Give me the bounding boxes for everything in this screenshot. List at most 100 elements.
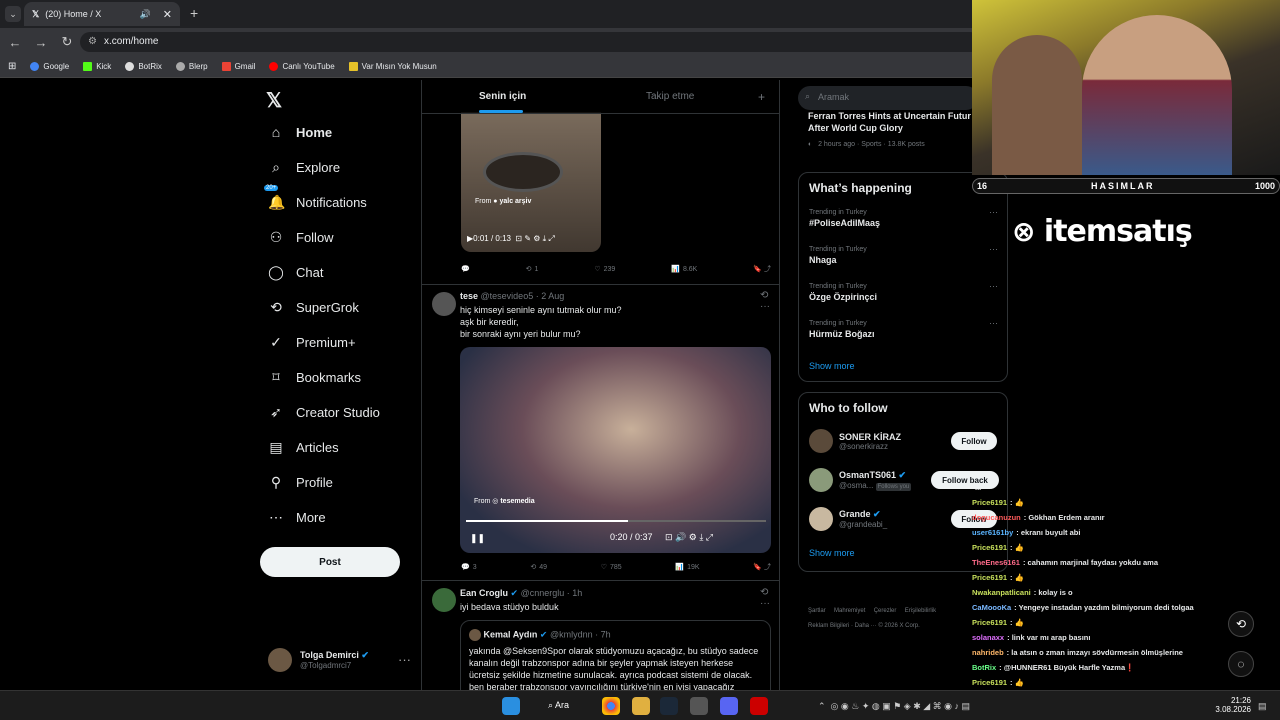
footer-links[interactable]: Şartlar Mahremiyet Çerezler Erişilebilir… [808,608,936,614]
chat-username[interactable]: dogucanuzun [972,513,1021,522]
sidebar-item-premium-[interactable]: ✓ Premium+ [268,334,355,351]
chat-username[interactable]: nahrideb [972,648,1004,657]
chat-username[interactable]: Price6191 [972,678,1007,687]
repost-icon[interactable]: ⟲ 49 [530,562,547,572]
sidebar-item-profile[interactable]: ⚲ Profile [268,474,333,491]
trend-item[interactable]: Trending in Turkey Hürmüz Boğazı [809,320,875,339]
sidebar-item-explore[interactable]: ⌕ Explore [268,159,340,176]
trend-more-icon[interactable]: ··· [989,207,998,217]
sidebar-item-notifications[interactable]: 🔔 20+ Notifications [264,185,367,211]
quoted-post[interactable]: Kemal Aydın ✔ @kmlydnn · 7h yakında @Sek… [460,620,771,690]
views-icon[interactable]: 📊 19K [675,562,699,572]
bookmark-blerp[interactable]: Blerp [175,62,208,71]
bookmark-icon[interactable]: 🔖 ⤴ [753,562,771,572]
bookmark-botrix[interactable]: BotRix [125,62,162,71]
tab-following[interactable]: Takip etme [646,91,694,102]
suggested-user[interactable]: SONER KİRAZ @sonerkirazz [809,429,901,453]
post3-author[interactable]: Ean Croglu ✔ @cnnerglu · 1h [460,588,582,599]
chat-username[interactable]: Price6191 [972,498,1007,507]
grok-icon[interactable]: ⟲ [1228,611,1254,637]
show-more-link[interactable]: Show more [809,361,855,371]
chat-username[interactable]: BotRix [972,663,996,672]
top-news[interactable]: Ferran Torres Hints at Uncertain Futur Af… [808,110,971,151]
app-icon[interactable] [690,697,708,715]
post-more-icon[interactable]: ⟲ ··· [760,587,779,609]
pause-icon[interactable]: ❚❚ [470,533,485,544]
notifications-icon[interactable]: ▤ [1258,701,1267,712]
trend-more-icon[interactable]: ··· [989,318,998,328]
post2-video[interactable]: From ◎ tesemedia ❚❚ 0:20 / 0:37 ⊡ 🔊 ⚙ ⤓ … [460,347,771,553]
windows-start-icon[interactable] [502,697,520,715]
chat-username[interactable]: Price6191 [972,573,1007,582]
sidebar-item-chat[interactable]: ◯ Chat [268,264,323,281]
views-icon[interactable]: 📊 8.6K [671,264,697,274]
search-input[interactable]: ⌕ Aramak [798,86,978,110]
taskbar-search[interactable]: ⌕ Ara [548,700,569,711]
mute-icon[interactable]: 🔊 [140,9,151,20]
trend-more-icon[interactable]: ··· [989,244,998,254]
bookmark-varmisin[interactable]: Var Mısın Yok Musun [348,62,437,71]
back-icon[interactable]: ← [4,35,26,50]
steam-icon[interactable] [660,697,678,715]
chat-username[interactable]: CaMoooKa [972,603,1011,612]
post-more-icon[interactable]: ⟲ ··· [760,290,779,312]
obs-icon[interactable] [750,697,768,715]
trend-item[interactable]: Trending in Turkey Nhaga [809,246,867,265]
repost-icon[interactable]: ⟲ 1 [526,264,539,274]
chrome-icon[interactable] [602,697,620,715]
x-logo-icon[interactable]: 𝕏 [266,88,282,113]
trend-more-icon[interactable]: ··· [989,281,998,291]
chat-username[interactable]: Price6191 [972,618,1007,627]
suggested-user[interactable]: OsmanTS061 ✔ @osma... Follows you [809,468,912,492]
url-field[interactable]: ⚙ x.com/home [80,32,980,52]
apps-icon[interactable]: ⊞ [8,61,16,72]
chat-username[interactable]: TheEnes6161 [972,558,1020,567]
like-icon[interactable]: ♡ 239 [594,264,615,274]
reply-icon[interactable]: 💬 3 [461,562,477,572]
browser-tab[interactable]: 𝕏 (20) Home / X 🔊 ✕ [24,2,180,26]
video-controls-icons[interactable]: ⊡ 🔊 ⚙ ⤓ ⤢ [665,532,713,543]
bookmark-icon[interactable]: 🔖 ⤴ [753,264,771,274]
chat-bubble-icon[interactable]: ◌ [1228,651,1254,677]
chat-username[interactable]: Nwakanpatlicani [972,588,1031,597]
sidebar-item-creator-studio[interactable]: ➶ Creator Studio [268,404,380,421]
sidebar-item-home[interactable]: ⌂ Home [268,124,332,140]
video-progress-bar[interactable] [466,520,766,522]
reply-icon[interactable]: 💬 [461,264,470,274]
more-dots-icon[interactable]: ··· [398,652,411,667]
forward-icon[interactable]: → [30,35,52,50]
avatar[interactable] [432,292,456,316]
show-more-link[interactable]: Show more [809,548,855,558]
account-switcher[interactable]: Tolga Demirci ✔ @Tolgadmrci7 ··· [268,648,411,672]
avatar[interactable] [432,588,456,612]
bookmark-youtube[interactable]: Canlı YouTube [269,62,335,71]
site-info-icon[interactable]: ⚙ [88,36,97,47]
new-tab-button[interactable]: + [190,5,198,21]
bookmark-kick[interactable]: Kick [83,62,111,71]
add-tab-icon[interactable]: + [758,90,765,104]
reload-icon[interactable]: ↻ [56,34,78,50]
follow-button[interactable]: Follow [951,432,997,450]
tab-for-you[interactable]: Senin için [479,91,526,102]
post2-author[interactable]: tese @tesevideo5 · 2 Aug [460,291,564,301]
suggested-user[interactable]: Grande ✔ @grandeabi_ [809,507,887,531]
chat-username[interactable]: Price6191 [972,543,1007,552]
bookmark-gmail[interactable]: Gmail [221,62,255,71]
sidebar-item-supergrok[interactable]: ⟲ SuperGrok [268,299,359,316]
sidebar-item-more[interactable]: ⋯ More [268,509,326,526]
close-tab-icon[interactable]: ✕ [163,8,172,21]
like-icon[interactable]: ♡ 785 [601,562,622,572]
post-button[interactable]: Post [260,547,400,577]
system-tray-icons[interactable]: ⌃ ◎ ◉ ♨ ✦ ◍ ▣ ⚑ ◈ ✱ ◢ ⌘ ◉ ♪ ▤ [818,701,970,712]
chat-username[interactable]: solanaxx [972,633,1004,642]
bookmark-google[interactable]: Google [30,62,69,71]
sidebar-item-articles[interactable]: ▤ Articles [268,439,338,456]
trend-item[interactable]: Trending in Turkey Özge Özpirinçci [809,283,877,302]
trend-item[interactable]: Trending in Turkey #PoliseAdilMaaş [809,209,880,228]
chat-username[interactable]: user6161by [972,528,1013,537]
sidebar-item-follow[interactable]: ⚇ Follow [268,229,334,246]
post1-video[interactable]: From ● yalc arşiv ▶0:01 / 0:13 ⊡ ✎ ⚙ ⤓ ⤢ [461,112,601,252]
folder-icon[interactable] [632,697,650,715]
discord-icon[interactable] [720,697,738,715]
tab-search-icon[interactable]: ⌄ [5,6,21,22]
